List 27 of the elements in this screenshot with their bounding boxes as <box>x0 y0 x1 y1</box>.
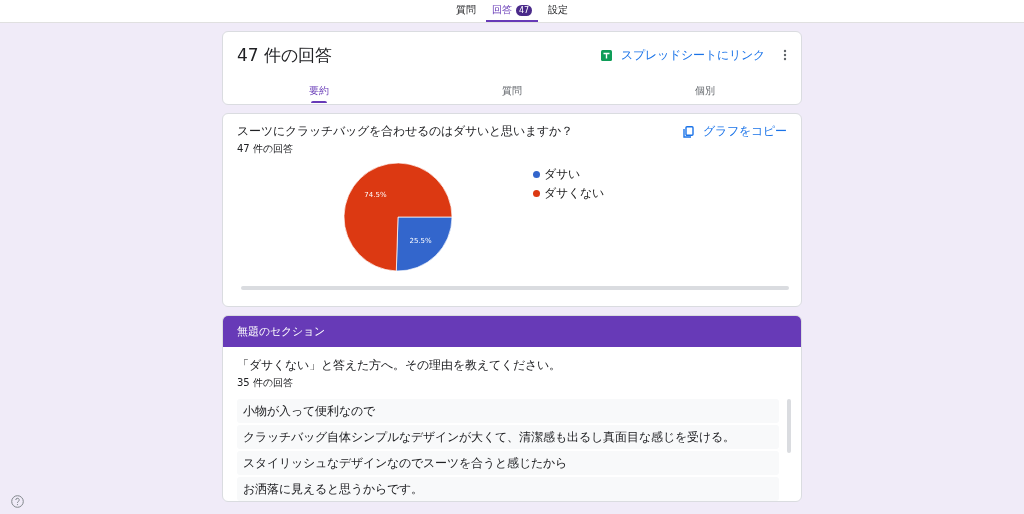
copy-chart-button[interactable]: グラフをコピー <box>683 123 787 140</box>
count-badge: 47 <box>515 4 533 16</box>
response-count: 47 件の回答 <box>236 142 294 156</box>
legend-label: ダサい <box>544 166 580 183</box>
responses-title: 47 件の回答 <box>237 43 334 67</box>
response-item: スタイリッシュなデザインなのでスーツを合うと感じたから <box>237 451 779 475</box>
top-tab[interactable]: 回答 47 <box>485 0 539 22</box>
copy-icon <box>683 125 694 138</box>
horizontal-scrollbar[interactable] <box>241 286 789 290</box>
response-count: 35 件の回答 <box>236 376 294 390</box>
response-item: クラッチバッグ自体シンプルなデザインが大くて、清潔感も出るし真面目な感じを受ける。 <box>237 425 779 449</box>
more-icon[interactable] <box>783 49 787 61</box>
spreadsheet-icon <box>601 49 612 61</box>
view-tab[interactable]: 質問 <box>415 78 609 104</box>
question-text: 「ダサくない」と答えた方へ。その理由を教えてください。 <box>236 357 562 374</box>
view-tab[interactable]: 個別 <box>608 78 801 104</box>
vertical-scrollbar[interactable] <box>787 399 791 453</box>
help-icon[interactable] <box>11 495 24 508</box>
response-item: 小物が入って便利なので <box>237 399 779 423</box>
top-tab[interactable]: 設定 <box>542 0 575 22</box>
response-item: お洒落に見えると思うからです。 <box>237 477 779 501</box>
spreadsheet-link-button[interactable]: スプレッドシートにリンク <box>601 46 765 64</box>
legend-label: ダサくない <box>544 185 604 202</box>
question-text: スーツにクラッチバッグを合わせるのはダサいと思いますか？ <box>237 123 573 140</box>
section-header: 無題のセクション <box>223 316 801 347</box>
view-tab[interactable]: 要約 <box>223 78 416 104</box>
top-tab[interactable]: 質問 <box>449 0 482 22</box>
